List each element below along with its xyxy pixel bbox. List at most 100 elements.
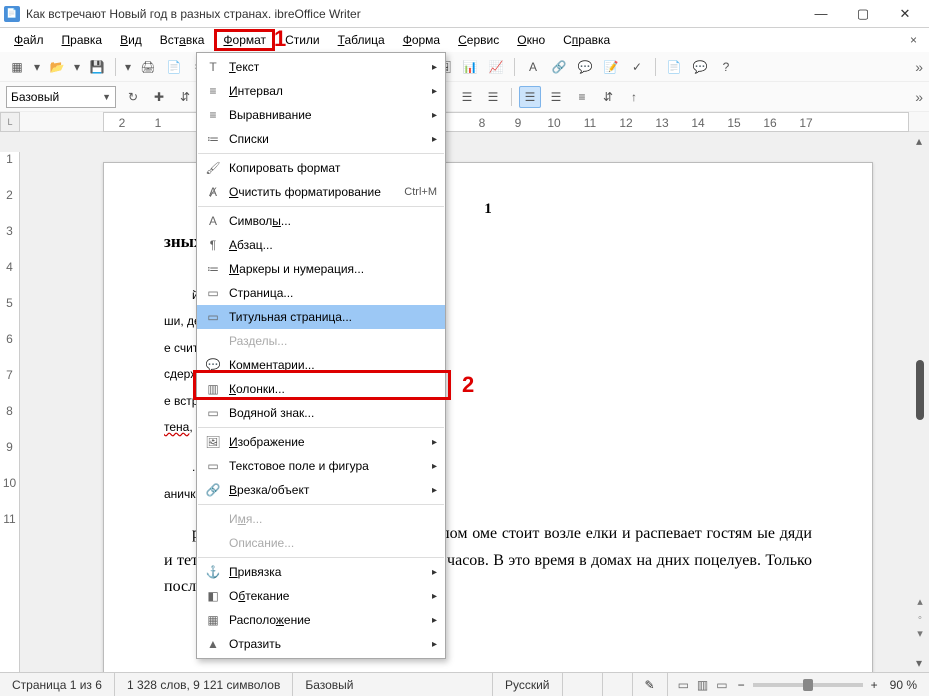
format-button-2[interactable]: ⇵ xyxy=(174,86,196,108)
toolbar-button-23[interactable]: 📝 xyxy=(600,56,622,78)
page-nav-icons[interactable]: ▴◦▾ xyxy=(913,594,927,642)
menu-item-19[interactable]: ▭Текстовое поле и фигура▸ xyxy=(197,454,445,478)
dropdown-arrow-icon[interactable]: ▾ xyxy=(32,56,42,78)
status-style[interactable]: Базовый xyxy=(293,673,493,696)
dropdown-arrow-icon[interactable]: ▾ xyxy=(123,56,133,78)
format-button-12[interactable]: ☰ xyxy=(456,86,478,108)
toolbar-overflow-icon[interactable]: » xyxy=(915,89,923,105)
menu-item-16[interactable]: ▭Водяной знак... xyxy=(197,401,445,425)
status-selection-mode[interactable] xyxy=(603,673,633,696)
scroll-down-icon[interactable]: ▾ xyxy=(913,656,925,670)
paragraph-style-select[interactable]: Базовый ▼ xyxy=(6,86,116,108)
menu-label: Разделы... xyxy=(229,334,437,348)
format-button-17[interactable]: ⇵ xyxy=(597,86,619,108)
submenu-arrow-icon: ▸ xyxy=(432,86,437,97)
menu-item-20[interactable]: 🔗Врезка/объект▸ xyxy=(197,478,445,502)
status-insert-mode[interactable] xyxy=(563,673,603,696)
menu-окно[interactable]: Окно xyxy=(509,30,553,50)
toolbar-button-19[interactable]: 📈 xyxy=(485,56,507,78)
toolbar-button-26[interactable]: 💬 xyxy=(689,56,711,78)
menu-icon xyxy=(203,535,223,551)
menu-item-9[interactable]: ¶Абзац... xyxy=(197,233,445,257)
multi-page-icon: ▥ xyxy=(697,678,708,692)
dropdown-arrow-icon[interactable]: ▾ xyxy=(72,56,82,78)
menu-item-2[interactable]: ≡Выравнивание▸ xyxy=(197,103,445,127)
menu-item-22: Имя... xyxy=(197,507,445,531)
menu-вставка[interactable]: Вставка xyxy=(152,30,213,50)
menu-файл[interactable]: Файл xyxy=(6,30,52,50)
toolbar-button-2[interactable]: 📂 xyxy=(46,56,68,78)
menu-icon: 🖌 xyxy=(203,160,223,176)
status-zoom[interactable]: 90 % xyxy=(878,673,929,696)
submenu-arrow-icon: ▸ xyxy=(432,615,437,626)
menu-форма[interactable]: Форма xyxy=(395,30,448,50)
toolbar-button-7[interactable]: 📄 xyxy=(163,56,185,78)
zoom-in-icon[interactable]: + xyxy=(871,678,878,692)
toolbar-button-24[interactable]: ✓ xyxy=(626,56,648,78)
menu-item-26[interactable]: ◧Обтекание▸ xyxy=(197,584,445,608)
toolbar-button-27[interactable]: ? xyxy=(715,56,737,78)
vertical-ruler[interactable]: 1234567891011 xyxy=(0,152,20,672)
format-button-1[interactable]: ✚ xyxy=(148,86,170,108)
status-signature-icon[interactable]: ✎ xyxy=(633,673,668,696)
doc-close-button[interactable]: × xyxy=(904,33,923,47)
menu-формат[interactable]: Формат xyxy=(214,29,275,51)
menu-item-1[interactable]: ≡Интервал▸ xyxy=(197,79,445,103)
status-view-icons[interactable]: ▭▥▭ xyxy=(668,678,738,692)
menu-item-15[interactable]: ▥Колонки... xyxy=(197,377,445,401)
toolbar-button-22[interactable]: 💬 xyxy=(574,56,596,78)
toolbar-button-25[interactable]: 📄 xyxy=(663,56,685,78)
menu-item-11[interactable]: ▭Страница... xyxy=(197,281,445,305)
menu-label: Отразить xyxy=(229,637,432,651)
format-button-13[interactable]: ☰ xyxy=(482,86,504,108)
menu-таблица[interactable]: Таблица xyxy=(330,30,393,50)
menu-правка[interactable]: Правка xyxy=(54,30,111,50)
toolbar-button-0[interactable]: ▦ xyxy=(6,56,28,78)
scroll-up-icon[interactable]: ▴ xyxy=(913,134,925,148)
menu-item-12[interactable]: ▭Титульная страница... xyxy=(197,305,445,329)
menu-стили[interactable]: Стили xyxy=(277,30,328,50)
menu-справка[interactable]: Справка xyxy=(555,30,618,50)
menu-item-25[interactable]: ⚓Привязка▸ xyxy=(197,560,445,584)
toolbar-button-20[interactable]: A xyxy=(522,56,544,78)
toolbar-button-6[interactable]: 🖨 xyxy=(137,56,159,78)
format-button-0[interactable]: ↻ xyxy=(122,86,144,108)
menu-label: Символы... xyxy=(229,214,437,228)
format-button-16[interactable]: ≡ xyxy=(571,86,593,108)
scroll-thumb[interactable] xyxy=(916,360,924,420)
status-page[interactable]: Страница 1 из 6 xyxy=(0,673,115,696)
menu-item-5[interactable]: 🖌Копировать формат xyxy=(197,156,445,180)
zoom-slider[interactable] xyxy=(753,683,863,687)
toolbar-button-4[interactable]: 💾 xyxy=(86,56,108,78)
format-button-14[interactable]: ☰ xyxy=(519,86,541,108)
menu-item-6[interactable]: ȺОчистить форматированиеCtrl+M xyxy=(197,180,445,204)
format-button-18[interactable]: ↑ xyxy=(623,86,645,108)
menu-item-14[interactable]: 💬Комментарии... xyxy=(197,353,445,377)
menu-item-28[interactable]: ▲Отразить▸ xyxy=(197,632,445,656)
toolbar-button-21[interactable]: 🔗 xyxy=(548,56,570,78)
zoom-knob[interactable] xyxy=(803,679,813,691)
book-view-icon: ▭ xyxy=(678,678,689,692)
maximize-button[interactable]: ▢ xyxy=(851,6,875,22)
vertical-scrollbar[interactable]: ▴ ▾ xyxy=(913,132,927,672)
toolbar-overflow-icon[interactable]: » xyxy=(915,59,923,75)
close-button[interactable]: ✕ xyxy=(893,6,917,22)
status-language[interactable]: Русский xyxy=(493,673,563,696)
minimize-button[interactable]: — xyxy=(809,6,833,22)
menu-item-18[interactable]: 🖼Изображение▸ xyxy=(197,430,445,454)
menu-icon: ≡ xyxy=(203,107,223,123)
menu-вид[interactable]: Вид xyxy=(112,30,150,50)
zoom-out-icon[interactable]: − xyxy=(738,678,745,692)
menu-item-8[interactable]: AСимволы... xyxy=(197,209,445,233)
menu-icon: ≔ xyxy=(203,131,223,147)
menu-label: Привязка xyxy=(229,565,432,579)
toolbar-button-18[interactable]: 📊 xyxy=(459,56,481,78)
menu-item-0[interactable]: TТекст▸ xyxy=(197,55,445,79)
menu-item-10[interactable]: ≔Маркеры и нумерация... xyxy=(197,257,445,281)
menu-item-3[interactable]: ≔Списки▸ xyxy=(197,127,445,151)
menu-item-27[interactable]: ▦Расположение▸ xyxy=(197,608,445,632)
menu-сервис[interactable]: Сервис xyxy=(450,30,507,50)
format-button-15[interactable]: ☰ xyxy=(545,86,567,108)
menu-label: Абзац... xyxy=(229,238,437,252)
status-wordcount[interactable]: 1 328 слов, 9 121 символов xyxy=(115,673,293,696)
